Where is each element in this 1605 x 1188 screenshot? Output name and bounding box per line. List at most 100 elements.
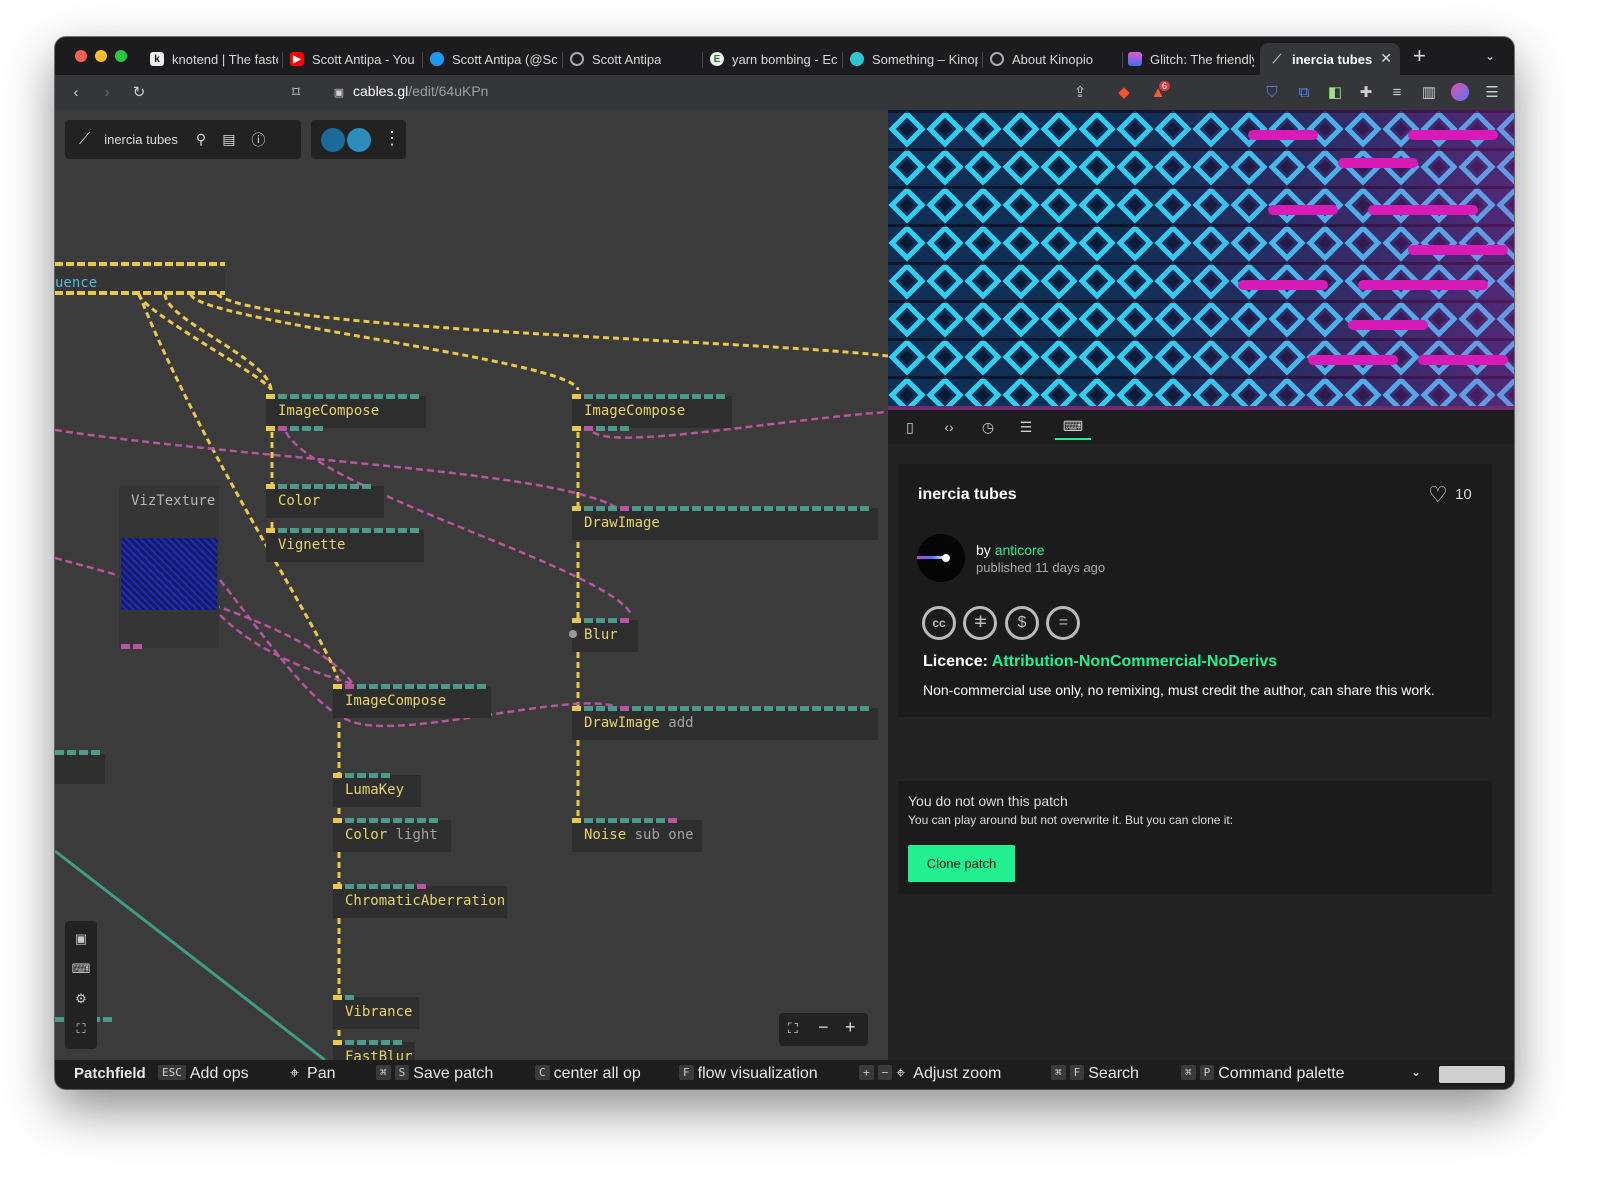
browser-tab[interactable]: E yarn bombing - Ec	[710, 43, 838, 75]
address-bar[interactable]: cables.gl/edit/64uKPn	[353, 83, 488, 99]
op-vignette[interactable]: Vignette	[266, 530, 424, 562]
center-view-icon[interactable]: ⛶	[788, 1020, 798, 1037]
forward-icon[interactable]: ›	[98, 83, 116, 101]
hint-save: ⌘ S Save patch	[376, 1065, 493, 1083]
user-avatar[interactable]	[347, 128, 371, 152]
op-noise[interactable]: Noise sub one	[572, 820, 702, 852]
hint-add-ops: ESC Add ops	[158, 1065, 249, 1083]
op-color-light[interactable]: Color light	[333, 820, 451, 852]
author-link[interactable]: anticore	[995, 542, 1045, 558]
patch-info-title: inercia tubes	[918, 486, 1017, 503]
tab-title: About Kinopio	[1012, 51, 1093, 67]
op-imagecompose[interactable]: ImageCompose	[266, 396, 426, 428]
byline: by anticore	[976, 542, 1045, 558]
zoom-out-button[interactable]: −	[818, 1017, 829, 1038]
media-queue-icon[interactable]: ≡	[1388, 83, 1406, 101]
heart-icon[interactable]: ♡	[1428, 482, 1448, 508]
op-sublabel: light	[395, 827, 438, 843]
save-icon[interactable]: ▣	[73, 931, 89, 947]
op-vibrance[interactable]: Vibrance	[333, 997, 419, 1029]
url-host: cables.gl	[353, 83, 409, 99]
settings-gear-icon[interactable]: ⚙	[73, 991, 89, 1007]
tab-title: Scott Antipa	[592, 51, 662, 67]
url-path: /edit/64uKPn	[408, 83, 489, 99]
browser-tab[interactable]: k knotend | The faste	[150, 43, 278, 75]
patch-title[interactable]: inercia tubes	[104, 132, 178, 147]
reload-icon[interactable]: ↻	[130, 83, 148, 101]
close-window-button[interactable]	[75, 50, 87, 62]
help-icon[interactable]: ⓘ	[251, 130, 265, 150]
op-offscreen[interactable]	[55, 754, 105, 784]
tab-separator	[282, 52, 283, 68]
new-tab-button[interactable]: +	[1413, 45, 1426, 67]
bookmark-icon[interactable]: ⌑	[287, 83, 305, 101]
op-label: ImageCompose	[345, 693, 447, 709]
keyboard-icon[interactable]: ⌨	[72, 961, 91, 977]
op-ports	[121, 644, 145, 649]
profile-avatar[interactable]	[1451, 83, 1469, 101]
op-ports	[266, 394, 422, 399]
op-drawimage-add[interactable]: DrawImage add	[572, 708, 878, 740]
knotend-icon: k	[150, 52, 164, 66]
tab-title: inercia tubes	[1292, 51, 1373, 67]
licence-link[interactable]: Attribution-NonCommercial-NoDerivs	[992, 653, 1277, 670]
info-keyboard-icon[interactable]: ⌨	[1055, 414, 1091, 440]
maximize-window-button[interactable]	[115, 50, 127, 62]
author-avatar[interactable]	[917, 534, 965, 582]
patchfield[interactable]: uence ImageCompose ImageCompose VizTextu…	[55, 110, 888, 1060]
op-imagecompose[interactable]: ImageCompose	[333, 686, 491, 718]
op-ports	[333, 773, 393, 778]
menu-icon[interactable]: ☰	[1483, 83, 1501, 101]
docs-icon[interactable]: ▤	[222, 131, 235, 148]
bitwarden-icon[interactable]: ⛉	[1263, 83, 1281, 101]
op-ports	[55, 750, 103, 755]
op-drawimage[interactable]: DrawImage	[572, 508, 878, 540]
op-lumakey[interactable]: LumaKey	[333, 775, 421, 807]
brave-shields-icon[interactable]: ◆	[1115, 83, 1133, 101]
tab-list-chevron-icon[interactable]: ⌄	[1485, 49, 1495, 63]
op-label: ImageCompose	[278, 403, 380, 419]
op-ports	[572, 394, 728, 399]
browser-tab[interactable]: Scott Antipa (@Sc	[430, 43, 558, 75]
extensions-puzzle-icon[interactable]: ✚	[1357, 83, 1375, 101]
history-clock-icon[interactable]: ◷	[978, 418, 998, 436]
sidebar-icon[interactable]: ▥	[1420, 83, 1438, 101]
op-chromaticaberration[interactable]: ChromaticAberration	[333, 886, 507, 918]
clone-patch-button[interactable]: Clone patch	[908, 845, 1015, 882]
link	[189, 293, 580, 391]
op-blur[interactable]: Blur	[572, 620, 638, 652]
book-icon[interactable]: ▯	[900, 418, 920, 436]
globe-icon	[990, 52, 1004, 66]
ownership-card: You do not own this patch You can play a…	[898, 781, 1492, 894]
fullscreen-icon[interactable]: ⛶	[73, 1021, 89, 1037]
cables-icon: ⟋	[1272, 51, 1282, 66]
browser-tab[interactable]: About Kinopio	[990, 43, 1118, 75]
canvas-preview[interactable]	[888, 110, 1514, 410]
op-color[interactable]: Color	[266, 486, 384, 518]
back-icon[interactable]: ‹	[67, 83, 85, 101]
zoom-in-button[interactable]: +	[845, 1017, 856, 1038]
browser-tab[interactable]: Glitch: The friendly	[1128, 43, 1254, 75]
op-imagecompose[interactable]: ImageCompose	[572, 396, 732, 428]
browser-tab[interactable]: Something – Kinop	[850, 43, 978, 75]
extension-icon[interactable]: ◧	[1326, 83, 1344, 101]
player-toolbar: ⋮	[311, 120, 406, 159]
translate-icon[interactable]: ⧉	[1295, 83, 1313, 101]
browser-tab[interactable]: ▶ Scott Antipa - You	[290, 43, 418, 75]
close-tab-icon[interactable]: ✕	[1380, 50, 1392, 67]
list-icon[interactable]: ☰	[1016, 418, 1036, 436]
statusbar-expand-chevron-icon[interactable]: ⌄	[1411, 1065, 1421, 1079]
cables-logo-icon[interactable]: ⟋	[79, 131, 90, 149]
browser-tab[interactable]: Scott Antipa	[570, 43, 698, 75]
user-icon[interactable]: ⚲	[196, 131, 206, 148]
patch-info-card: inercia tubes ♡ 10 by anticore published…	[898, 464, 1492, 717]
share-icon[interactable]: ⇪	[1071, 83, 1089, 101]
op-viztexture[interactable]: VizTexture	[119, 486, 219, 648]
user-avatar[interactable]	[321, 128, 345, 152]
browser-tab-active[interactable]: ⟋ inercia tubes ✕	[1260, 43, 1400, 75]
op-label: Color	[278, 493, 321, 509]
minimize-window-button[interactable]	[95, 50, 107, 62]
code-icon[interactable]: ‹›	[939, 418, 959, 436]
mouse-icon: ⌖	[896, 1065, 906, 1082]
more-menu-icon[interactable]: ⋮	[383, 128, 401, 149]
